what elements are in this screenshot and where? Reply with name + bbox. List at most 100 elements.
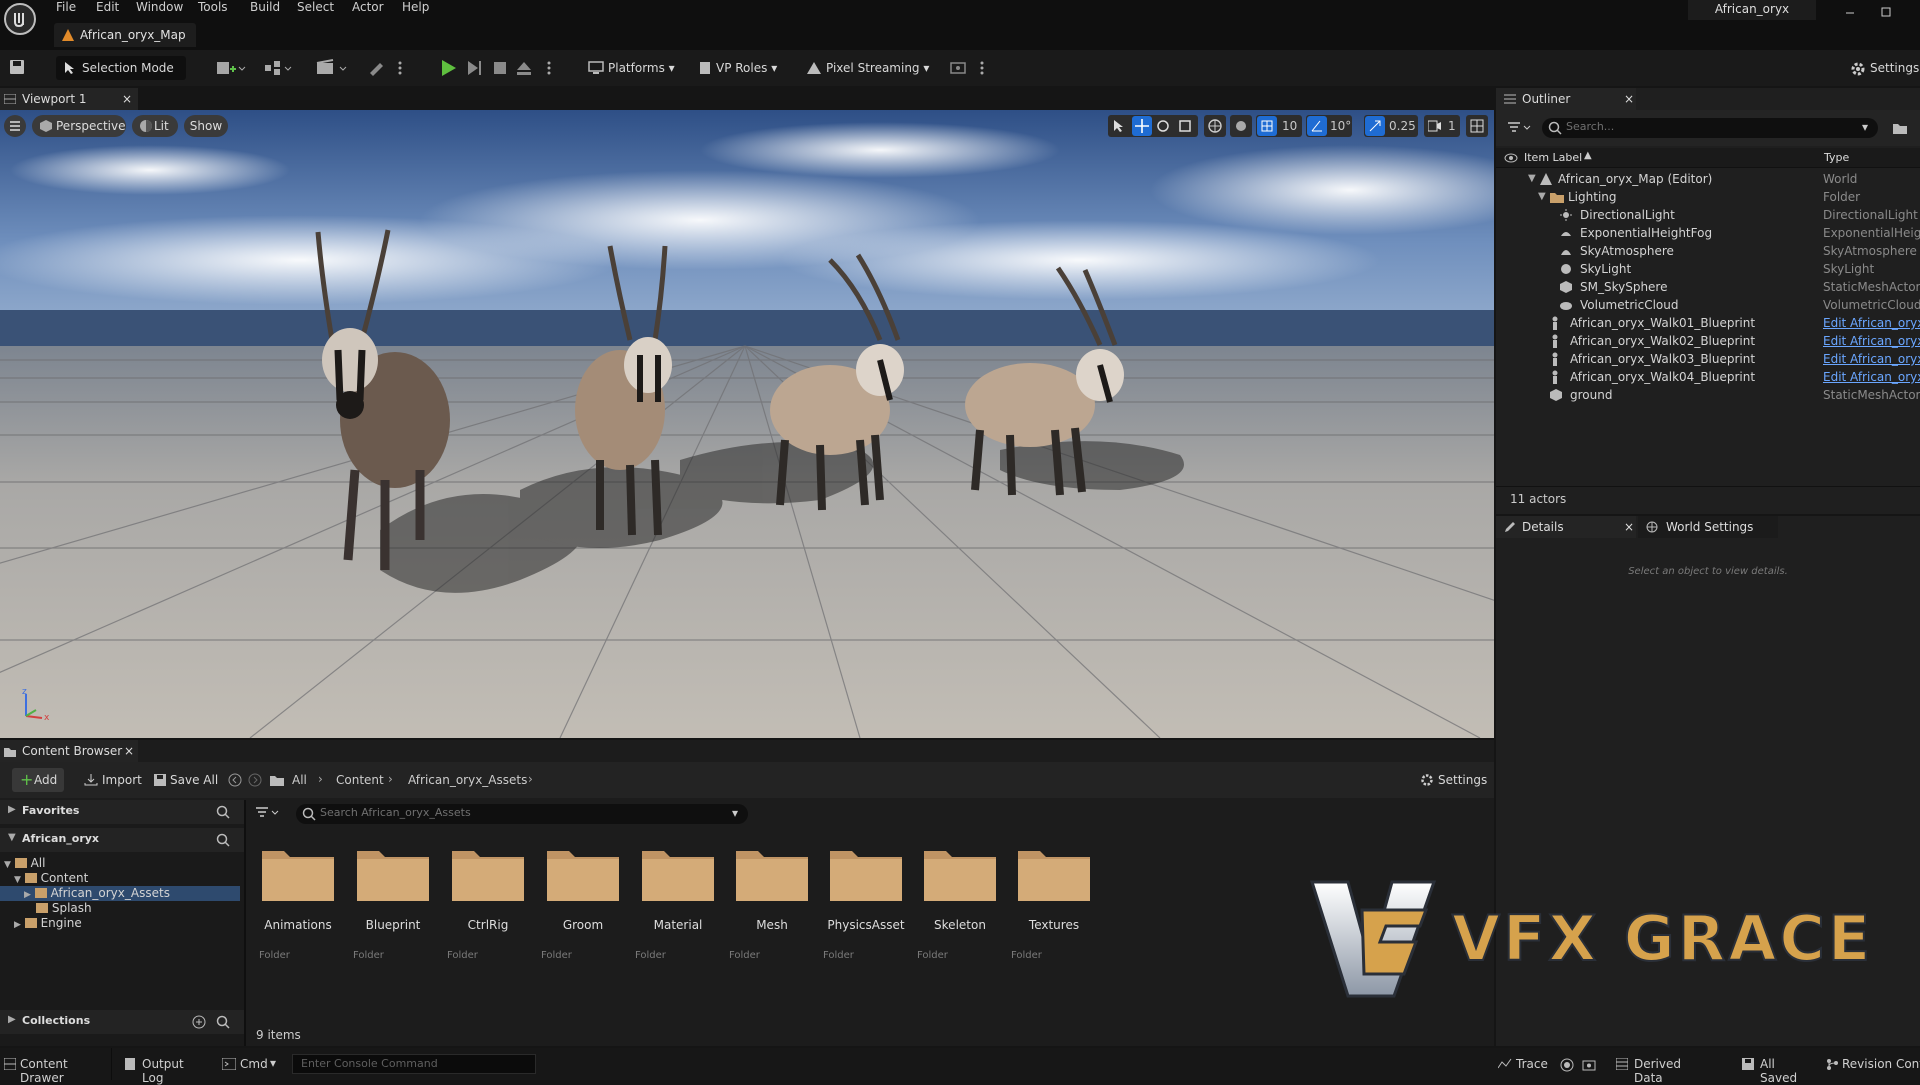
all-saved-button[interactable]: All Saved [1740,1048,1810,1085]
import-button[interactable]: Import [82,768,142,792]
revision-control-button[interactable]: Revision Control [1824,1048,1920,1080]
platforms-dropdown[interactable]: Platforms ▾ [586,56,675,80]
edit-blueprint-link[interactable]: Edit African_oryx_ [1823,314,1920,332]
visibility-eye-icon[interactable] [1504,153,1518,163]
breadcrumb-assets[interactable]: African_oryx_Assets [408,773,527,787]
close-icon[interactable]: × [1624,516,1634,538]
list-item[interactable]: ▼ Lighting Folder [1496,188,1860,206]
filter-icon[interactable] [1508,122,1532,134]
derived-data-button[interactable]: Derived Data [1614,1048,1710,1085]
chevron-down-icon[interactable]: ▾ [1862,120,1868,134]
level-tab[interactable]: African_oryx_Map [54,23,196,47]
asset-search-input[interactable]: Search African_oryx_Assets ▾ [296,804,748,824]
folder-tile[interactable] [640,843,716,903]
cmd-dropdown[interactable]: Cmd ▾ [220,1048,286,1080]
folder-tile[interactable] [922,843,998,903]
outliner-tab[interactable]: Outliner × [1496,88,1636,110]
viewport-menu-button[interactable] [4,115,26,137]
edit-blueprint-link[interactable]: Edit African_oryx_ [1823,350,1920,368]
menu-select[interactable]: Select [297,0,334,14]
pixel-streaming-dropdown[interactable]: Pixel Streaming ▾ [804,56,929,80]
back-icon[interactable] [228,773,242,787]
breadcrumb-all[interactable]: All [292,773,307,787]
world-settings-tab[interactable]: World Settings [1638,516,1778,538]
chevron-down-icon[interactable]: ▾ [732,806,738,820]
trace-button[interactable]: Trace [1496,1048,1552,1080]
content-browser-tab[interactable]: Content Browser × [0,740,138,762]
menu-actor[interactable]: Actor [352,0,384,14]
save-all-button[interactable]: Save All [152,768,218,792]
revision-icon[interactable] [950,59,970,77]
screenshot-icon[interactable] [1582,1058,1596,1072]
blueprint-icon[interactable] [264,59,294,77]
world-local-button[interactable] [1204,115,1226,137]
camera-speed-button[interactable]: 1 [1424,115,1460,137]
outliner-search-input[interactable]: Search... ▾ [1542,118,1878,138]
list-item[interactable]: SkyLight SkyLight [1496,260,1874,278]
forward-icon[interactable] [248,773,262,787]
menu-tools[interactable]: Tools [198,0,228,14]
grid-snap-button[interactable]: 10 [1256,115,1302,137]
close-icon[interactable]: × [1624,88,1634,110]
unreal-logo-icon[interactable] [4,3,36,35]
search-icon[interactable] [216,1015,230,1029]
minimize-button[interactable] [1838,4,1862,20]
folder-tile[interactable] [1016,843,1092,903]
folder-tile[interactable] [545,843,621,903]
list-item[interactable]: African_oryx_Walk03_Blueprint Edit Africa… [1496,350,1920,368]
list-item[interactable]: ▼ African_oryx_Map (Editor) World [1496,170,1857,188]
surface-snap-button[interactable] [1230,115,1252,137]
rotate-tool-icon[interactable] [1156,119,1170,133]
search-icon[interactable] [216,805,230,819]
menu-window[interactable]: Window [136,0,183,14]
scale-snap-button[interactable]: 0.25 [1364,115,1418,137]
list-item[interactable]: African_oryx_Walk01_Blueprint Edit Africa… [1496,314,1920,332]
tree-item-engine[interactable]: ▶ Engine [14,916,82,933]
add-actor-icon[interactable] [216,59,246,77]
show-button[interactable]: Show [184,115,228,137]
cinematics-icon[interactable] [316,59,350,77]
list-item[interactable]: ground StaticMeshActor [1496,386,1920,404]
project-header[interactable]: ▼ African_oryx [0,828,244,852]
folder-tile[interactable] [450,843,526,903]
search-icon[interactable] [216,833,230,847]
save-icon[interactable] [8,58,26,76]
menu-file[interactable]: File [56,0,76,14]
favorites-header[interactable]: ▶ Favorites [0,800,244,824]
col-item-label[interactable]: Item Label [1524,151,1582,164]
output-log-button[interactable]: Output Log [124,1048,208,1085]
list-item[interactable]: VolumetricCloud VolumetricCloud [1496,296,1920,314]
close-icon[interactable]: × [124,740,134,762]
list-item[interactable]: SkyAtmosphere SkyAtmosphere [1496,242,1917,260]
eject-button[interactable] [514,58,534,78]
layout-button[interactable] [1466,115,1488,137]
breadcrumb-content[interactable]: Content [336,773,384,787]
select-tool-icon[interactable] [1112,119,1126,133]
close-icon[interactable]: × [122,88,132,110]
filter-icon[interactable] [256,806,279,820]
console-input[interactable]: Enter Console Command [292,1054,536,1074]
record-icon[interactable] [1560,1058,1574,1072]
menu-help[interactable]: Help [402,0,429,14]
tree-item-splash[interactable]: Splash [36,901,92,916]
folder-tile[interactable] [734,843,810,903]
rotation-snap-button[interactable]: 10° [1306,115,1352,137]
scale-tool-icon[interactable] [1178,119,1192,133]
lit-button[interactable]: Lit [132,115,178,137]
collections-header[interactable]: ▶ Collections [0,1010,244,1034]
edit-blueprint-link[interactable]: Edit African_oryx_ [1823,368,1920,386]
play-options-icon[interactable] [545,59,553,77]
play-button[interactable] [438,58,458,78]
add-folder-icon[interactable] [1892,121,1908,135]
toolbar-more-icon[interactable] [978,59,986,77]
splitter[interactable] [244,800,246,1046]
add-button[interactable]: + Add [12,768,64,792]
menu-build[interactable]: Build [250,0,280,14]
list-item[interactable]: SM_SkySphere StaticMeshActor [1496,278,1920,296]
list-item[interactable]: African_oryx_Walk04_Blueprint Edit Africa… [1496,368,1920,386]
move-tool-icon[interactable] [1132,116,1152,136]
folder-tile[interactable] [355,843,431,903]
list-item[interactable]: ExponentialHeightFog ExponentialHeightFog [1496,224,1920,242]
perspective-button[interactable]: Perspective [32,115,126,137]
list-item[interactable]: African_oryx_Walk02_Blueprint Edit Africa… [1496,332,1920,350]
